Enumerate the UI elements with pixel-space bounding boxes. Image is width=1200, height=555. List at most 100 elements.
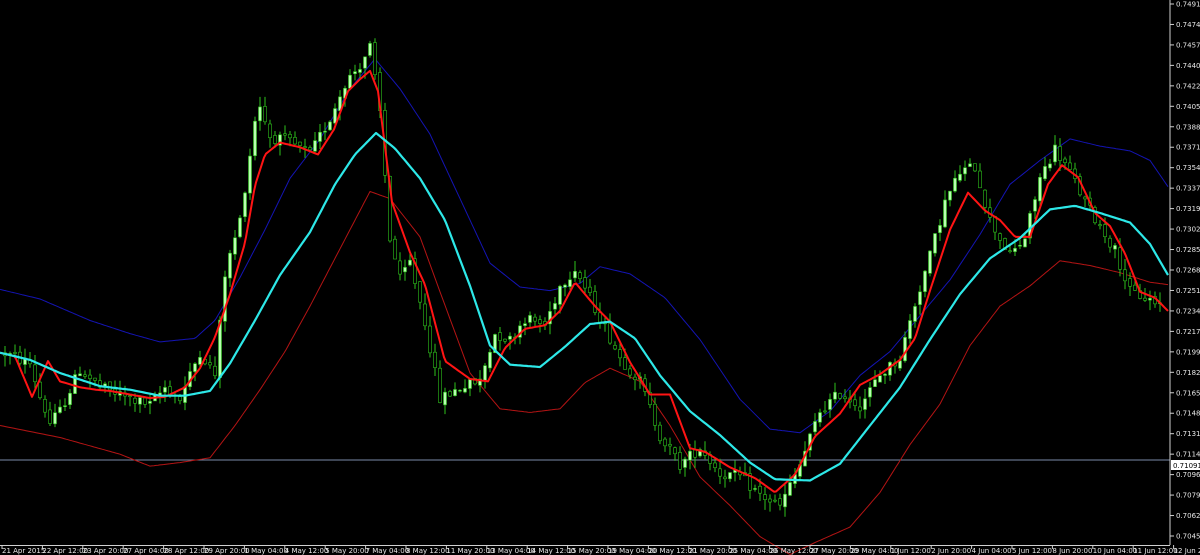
x-tick-label: 4 Jun 04:00 xyxy=(972,547,1012,555)
bear-candle-body xyxy=(393,238,397,260)
bull-candle-body xyxy=(1013,248,1017,252)
bull-candle-body xyxy=(948,190,952,201)
bear-candle-body xyxy=(858,406,862,412)
bull-candle-body xyxy=(563,284,567,288)
y-tick-label: 0.72340 xyxy=(1176,307,1200,315)
bear-candle-body xyxy=(1083,196,1087,200)
bull-candle-body xyxy=(198,357,202,365)
x-tick-label: 8 Jun 20:00 xyxy=(1052,547,1092,555)
bear-candle-body xyxy=(303,146,307,148)
bear-candle-body xyxy=(1103,224,1107,238)
y-tick-label: 0.71655 xyxy=(1176,389,1200,397)
y-tick-label: 0.70455 xyxy=(1176,533,1200,541)
bear-candle-body xyxy=(618,349,622,359)
y-tick-label: 0.72510 xyxy=(1176,287,1200,295)
y-tick-label: 0.72685 xyxy=(1176,267,1200,275)
bear-candle-body xyxy=(588,286,592,293)
bull-candle-body xyxy=(348,74,352,89)
bear-candle-body xyxy=(1063,158,1067,163)
bull-candle-body xyxy=(243,192,247,217)
bull-candle-body xyxy=(323,130,327,133)
y-tick-label: 0.70965 xyxy=(1176,471,1200,479)
x-tick-label: 10 Jun 04:00 xyxy=(1093,547,1137,555)
bear-candle-body xyxy=(623,357,627,370)
bear-candle-body xyxy=(678,452,682,470)
bull-candle-body xyxy=(223,276,227,322)
bear-candle-body xyxy=(838,393,842,399)
bear-candle-body xyxy=(578,272,582,280)
bear-candle-body xyxy=(133,397,137,404)
bear-candle-body xyxy=(713,462,717,469)
bear-candle-body xyxy=(293,137,297,145)
bear-candle-body xyxy=(998,233,1002,241)
bull-candle-body xyxy=(68,392,72,405)
x-tick-label: 5 Jun 12:00 xyxy=(1012,547,1052,555)
current-price-label-group: 0.71091 xyxy=(1171,460,1200,470)
bull-candle-body xyxy=(903,337,907,362)
chart-canvas[interactable]: 0.74910 0.74740 0.74570 0.74400 0.74225 0.740… xyxy=(0,0,1200,555)
bull-candle-body xyxy=(868,387,872,398)
bear-candle-body xyxy=(273,135,277,144)
bull-candle-body xyxy=(1038,177,1042,202)
bear-candle-body xyxy=(1133,284,1137,291)
x-tick-label: 5 May 20:00 xyxy=(325,547,369,555)
x-tick-label: 23 Apr 20:00 xyxy=(83,547,129,555)
bull-candle-body xyxy=(958,173,962,181)
bull-candle-body xyxy=(483,365,487,381)
bear-candle-body xyxy=(608,323,612,344)
bull-candle-body xyxy=(408,259,412,266)
bull-candle-body xyxy=(63,405,67,407)
bear-candle-body xyxy=(533,316,537,322)
bull-candle-body xyxy=(1018,244,1022,247)
bear-candle-body xyxy=(1098,224,1102,227)
bull-candle-body xyxy=(353,71,357,75)
bear-candle-body xyxy=(418,281,422,303)
bull-candle-body xyxy=(728,472,732,480)
y-tick-label: 0.72855 xyxy=(1176,246,1200,254)
bull-candle-body xyxy=(753,488,757,490)
bear-candle-body xyxy=(268,123,272,139)
bear-candle-body xyxy=(283,133,287,136)
x-tick-label: 21 Apr 2015 xyxy=(2,547,45,555)
bull-candle-body xyxy=(138,397,142,405)
bear-candle-body xyxy=(668,444,672,447)
bear-candle-body xyxy=(43,399,47,413)
x-tick-label: 27 Apr 04:00 xyxy=(123,547,169,555)
bull-candle-body xyxy=(558,285,562,305)
bull-candle-body xyxy=(368,43,372,56)
bull-candle-body xyxy=(683,458,687,468)
bear-candle-body xyxy=(723,476,727,480)
bull-candle-body xyxy=(463,388,467,393)
bear-candle-body xyxy=(973,163,977,172)
bull-candle-body xyxy=(1148,298,1152,301)
bull-candle-body xyxy=(358,69,362,73)
bear-candle-body xyxy=(978,170,982,189)
y-tick-label: 0.73370 xyxy=(1176,185,1200,193)
bear-candle-body xyxy=(583,277,587,289)
bull-candle-body xyxy=(938,225,942,233)
bull-candle-body xyxy=(898,360,902,369)
bear-candle-body xyxy=(983,189,987,208)
bear-candle-body xyxy=(428,325,432,354)
y-tick-label: 0.74400 xyxy=(1176,62,1200,70)
bear-candle-body xyxy=(438,367,442,403)
bear-candle-body xyxy=(1008,250,1012,253)
bear-candle-body xyxy=(208,362,212,366)
bull-candle-body xyxy=(508,335,512,340)
y-tick-label: 0.71995 xyxy=(1176,348,1200,356)
chart-background xyxy=(0,0,1200,555)
x-tick-label: 28 Apr 12:00 xyxy=(164,547,210,555)
bear-candle-body xyxy=(1118,247,1122,270)
bear-candle-body xyxy=(663,438,667,447)
x-tick-label: 7 May 04:00 xyxy=(366,547,410,555)
x-axis-ticks: 21 Apr 201522 Apr 12:0023 Apr 20:0027 Ap… xyxy=(1,545,1200,555)
bear-candle-body xyxy=(763,494,767,500)
bull-candle-body xyxy=(238,217,242,238)
price-chart[interactable]: 0.74910 0.74740 0.74570 0.74400 0.74225 0.740… xyxy=(0,0,1200,555)
x-tick-label: 1 Jun 12:00 xyxy=(891,547,931,555)
bear-candle-body xyxy=(658,424,662,442)
y-tick-label: 0.73025 xyxy=(1176,226,1200,234)
bull-candle-body xyxy=(908,320,912,339)
y-tick-label: 0.70625 xyxy=(1176,512,1200,520)
bear-candle-body xyxy=(1068,162,1072,170)
